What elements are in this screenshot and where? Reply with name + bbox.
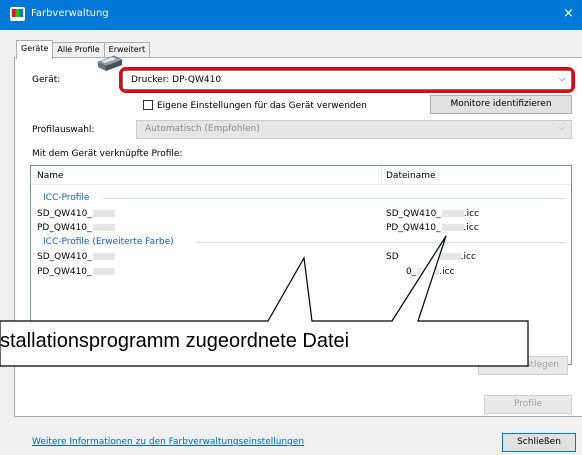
tab-devices[interactable]: Geräte [16,40,54,59]
callout-bubble [0,235,529,367]
callout-text: stallationsprogramm zugeordnete Datei [0,330,350,352]
